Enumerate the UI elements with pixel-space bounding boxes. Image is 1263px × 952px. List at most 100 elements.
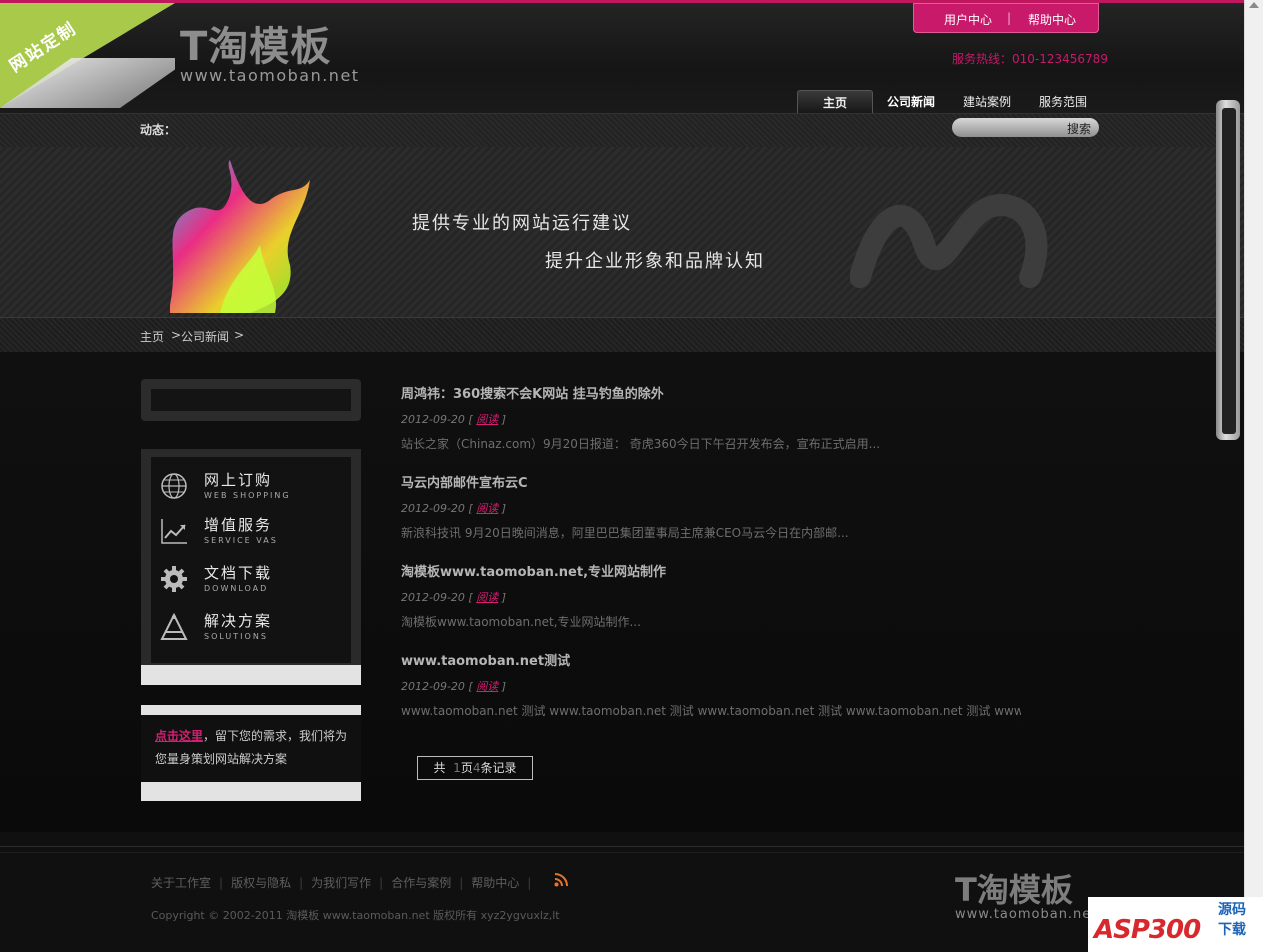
user-links-box: 用户中心 | 帮助中心 bbox=[913, 3, 1099, 33]
menu-item-cn: 增值服务 bbox=[204, 516, 273, 534]
breadcrumb: 主页 > 公司新闻 > bbox=[0, 317, 1244, 353]
menu-item-cn: 解决方案 bbox=[204, 612, 273, 630]
side-menu-item-solutions[interactable]: 解决方案 SOLUTIONS bbox=[151, 608, 351, 653]
user-links-separator: | bbox=[1007, 11, 1012, 25]
article-date: 2012-09-20 bbox=[401, 502, 465, 515]
search-box[interactable]: 搜索 bbox=[952, 118, 1099, 137]
side-menu-item-shopping[interactable]: 网上订购 WEB SHOPPING bbox=[151, 467, 351, 512]
breadcrumb-home[interactable]: 主页 bbox=[140, 328, 164, 345]
read-link[interactable]: 阅读 bbox=[476, 502, 498, 515]
gear-icon bbox=[161, 566, 187, 592]
menu-item-en: DOWNLOAD bbox=[204, 584, 269, 593]
footer-divider bbox=[0, 846, 1244, 847]
page: 网站定制 T淘模板 www.taomoban.net 用户中心 | 帮助中心 服… bbox=[0, 0, 1244, 952]
article-meta: 2012-09-20 [ 阅读 ] bbox=[401, 502, 507, 515]
help-center-link[interactable]: 帮助中心 bbox=[1028, 11, 1076, 28]
footer-link-help[interactable]: 帮助中心 bbox=[471, 876, 519, 890]
search-button[interactable]: 搜索 bbox=[1067, 120, 1091, 137]
news-ticker-bar: 动态： 搜索 bbox=[0, 113, 1244, 148]
article-item: www.taomoban.net测试 2012-09-20 [ 阅读 ] www… bbox=[401, 650, 1021, 719]
contact-top-strip bbox=[141, 705, 361, 715]
side-menu-bottom bbox=[141, 665, 361, 685]
breadcrumb-sep: > bbox=[234, 328, 245, 342]
footer-link-about[interactable]: 关于工作室 bbox=[151, 876, 211, 890]
footer-link-copyright[interactable]: 版权与隐私 bbox=[231, 876, 291, 890]
article-item: 淘模板www.taomoban.net,专业网站制作 2012-09-20 [ … bbox=[401, 561, 1021, 630]
header: 网站定制 T淘模板 www.taomoban.net 用户中心 | 帮助中心 服… bbox=[0, 3, 1244, 118]
service-hotline: 服务热线：010-123456789 bbox=[952, 52, 1108, 66]
article-summary: www.taomoban.net 测试 www.taomoban.net 测试 … bbox=[401, 704, 1021, 718]
compass-icon bbox=[160, 612, 188, 640]
footer-logo-url: www.taomoban.net bbox=[955, 907, 1098, 922]
banner-slogan-1: 提供专业的网站运行建议 bbox=[412, 213, 632, 234]
menu-item-cn: 网上订购 bbox=[204, 471, 273, 489]
footer-link-cases[interactable]: 合作与案例 bbox=[391, 876, 451, 890]
footer-logo: T淘模板 www.taomoban.net bbox=[955, 873, 1097, 922]
read-link[interactable]: 阅读 bbox=[476, 591, 498, 604]
watermark-main: ASP300 bbox=[1094, 915, 1201, 945]
globe-icon bbox=[161, 473, 187, 499]
breadcrumb-section[interactable]: 公司新闻 bbox=[181, 328, 229, 345]
pager-prefix: 共 bbox=[433, 761, 446, 775]
rss-icon[interactable] bbox=[554, 873, 568, 887]
side-title-inner bbox=[151, 389, 351, 411]
side-menu: 网上订购 WEB SHOPPING 增值服务 SERVICE VAS 文档下载 … bbox=[141, 449, 361, 685]
footer-link-write[interactable]: 为我们写作 bbox=[311, 876, 371, 890]
side-menu-item-service[interactable]: 增值服务 SERVICE VAS bbox=[151, 512, 351, 557]
article-title[interactable]: 淘模板www.taomoban.net,专业网站制作 bbox=[401, 561, 1021, 580]
side-menu-panel: 网上订购 WEB SHOPPING 增值服务 SERVICE VAS 文档下载 … bbox=[151, 457, 351, 663]
article-title[interactable]: www.taomoban.net测试 bbox=[401, 650, 1021, 669]
vertical-scrollbar[interactable] bbox=[1244, 0, 1263, 952]
watermark-line2: 下载 bbox=[1218, 922, 1246, 938]
side-title-box bbox=[141, 379, 361, 421]
footer-logo-title: T淘模板 bbox=[955, 871, 1073, 909]
menu-item-en: SERVICE VAS bbox=[204, 536, 278, 545]
footer-divider bbox=[0, 852, 1244, 853]
article-meta: 2012-09-20 [ 阅读 ] bbox=[401, 591, 507, 604]
article-meta: 2012-09-20 [ 阅读 ] bbox=[401, 413, 507, 426]
article-date: 2012-09-20 bbox=[401, 680, 465, 693]
menu-item-en: WEB SHOPPING bbox=[204, 491, 291, 500]
user-center-link[interactable]: 用户中心 bbox=[944, 11, 992, 28]
article-title[interactable]: 周鸿祎：360搜索不会K网站 挂马钓鱼的除外 bbox=[401, 383, 1021, 402]
article-date: 2012-09-20 bbox=[401, 413, 465, 426]
copyright-text: Copyright © 2002-2011 淘模板 www.taomoban.n… bbox=[151, 909, 560, 922]
custom-site-corner-badge[interactable]: 网站定制 bbox=[0, 3, 175, 108]
banner: 提供专业的网站运行建议 提升企业形象和品牌认知 bbox=[0, 147, 1244, 317]
news-label: 动态： bbox=[140, 123, 177, 137]
article-title[interactable]: 马云内部邮件宣布云C bbox=[401, 472, 1021, 491]
footer-links: 关于工作室 | 版权与隐私 | 为我们写作 | 合作与案例 | 帮助中心 | bbox=[151, 876, 532, 890]
banner-slogan-2: 提升企业形象和品牌认知 bbox=[545, 251, 765, 272]
menu-item-en: SOLUTIONS bbox=[204, 632, 268, 641]
side-menu-item-download[interactable]: 文档下载 DOWNLOAD bbox=[151, 560, 351, 605]
logo-title: T淘模板 bbox=[180, 24, 332, 70]
asp300-watermark: ASP300 源码 下载 bbox=[1088, 897, 1263, 952]
article-summary: 站长之家（Chinaz.com）9月20日报道： 奇虎360今日下午召开发布会，… bbox=[401, 437, 881, 451]
article-meta: 2012-09-20 [ 阅读 ] bbox=[401, 680, 507, 693]
contact-box: 点击这里，留下您的需求，我们将为您量身策划网站解决方案 bbox=[141, 705, 361, 801]
site-logo[interactable]: T淘模板 www.taomoban.net bbox=[180, 25, 360, 85]
article-item: 周鸿祎：360搜索不会K网站 挂马钓鱼的除外 2012-09-20 [ 阅读 ]… bbox=[401, 383, 1021, 452]
pager-pages: 1 bbox=[453, 761, 461, 775]
read-link[interactable]: 阅读 bbox=[476, 413, 498, 426]
article-date: 2012-09-20 bbox=[401, 591, 465, 604]
pagination: 共 1页4条记录 bbox=[417, 756, 533, 780]
chart-icon bbox=[161, 519, 187, 544]
paint-splash-image bbox=[170, 160, 310, 313]
scroll-up-arrow-icon[interactable] bbox=[1249, 2, 1259, 8]
contact-text: 点击这里，留下您的需求，我们将为您量身策划网站解决方案 bbox=[155, 725, 350, 771]
article-summary: 新浪科技讯 9月20日晚间消息，阿里巴巴集团董事局主席兼CEO马云今日在内部邮.… bbox=[401, 526, 849, 540]
article-item: 马云内部邮件宣布云C 2012-09-20 [ 阅读 ] 新浪科技讯 9月20日… bbox=[401, 472, 1021, 541]
banner-swirl-decoration bbox=[850, 194, 1048, 288]
pager-record-word: 条记录 bbox=[480, 761, 517, 775]
watermark-line1: 源码 bbox=[1218, 902, 1246, 918]
breadcrumb-sep: > bbox=[171, 328, 182, 342]
phone-frame-decoration bbox=[1216, 100, 1240, 440]
phone-screen bbox=[1222, 108, 1236, 434]
pager-page-word: 页 bbox=[460, 761, 473, 775]
logo-url: www.taomoban.net bbox=[180, 66, 360, 85]
article-summary: 淘模板www.taomoban.net,专业网站制作... bbox=[401, 615, 641, 629]
click-here-link[interactable]: 点击这里 bbox=[155, 729, 203, 743]
read-link[interactable]: 阅读 bbox=[476, 680, 498, 693]
menu-item-cn: 文档下载 bbox=[204, 564, 273, 582]
